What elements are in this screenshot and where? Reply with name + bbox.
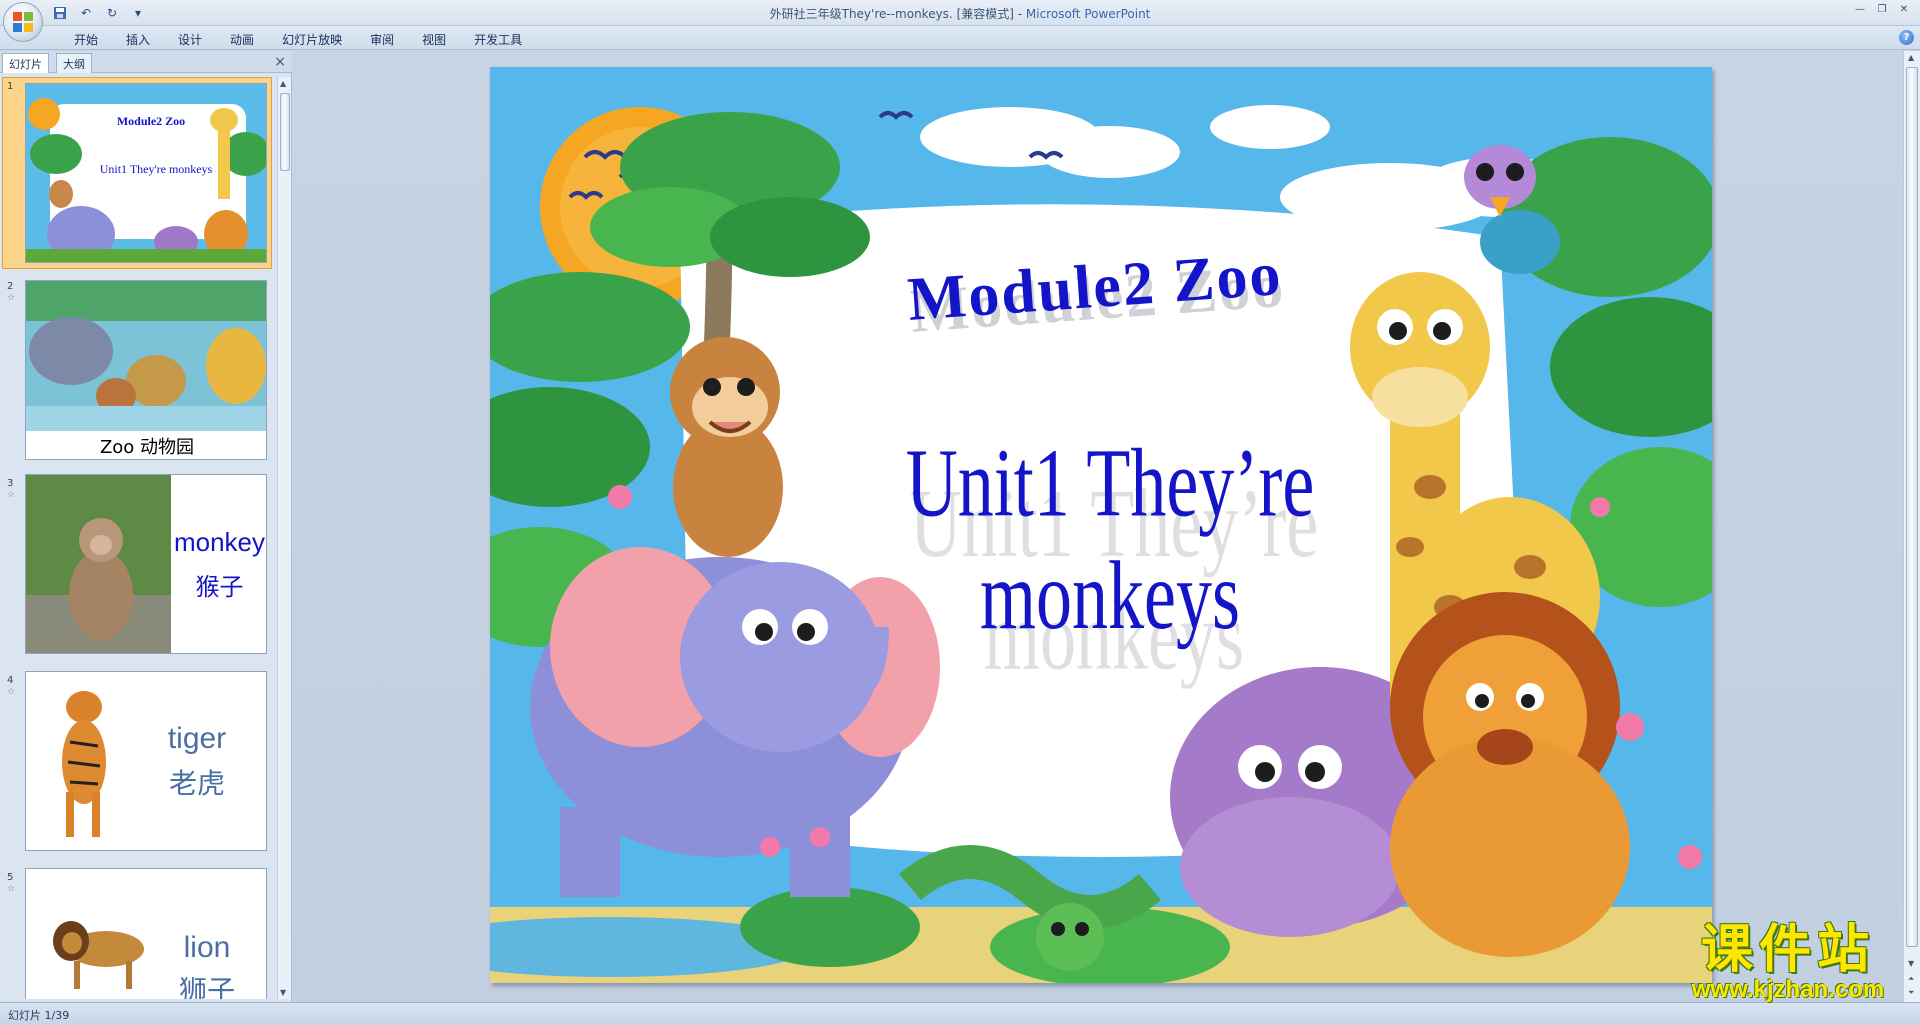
office-logo-icon xyxy=(13,12,33,32)
tab-home[interactable]: 开始 xyxy=(60,29,112,50)
slide-number: 3 xyxy=(7,478,14,489)
slide-number: 5 xyxy=(7,872,14,883)
tab-review[interactable]: 审阅 xyxy=(356,29,408,50)
thumbnail-list: 1 Module2 Zoo Unit1 They're monkeys 2 ☆ … xyxy=(0,77,275,999)
thumb-word-cn: 狮子 xyxy=(178,974,235,999)
previous-slide-icon[interactable]: ⏶ xyxy=(1908,974,1914,984)
slide-thumbnail-2[interactable]: Zoo 动物园 xyxy=(25,280,267,460)
thumb-subtitle: Unit1 They're monkeys xyxy=(99,162,213,176)
thumbnail-row-1[interactable]: 1 Module2 Zoo Unit1 They're monkeys xyxy=(0,77,275,273)
close-icon[interactable]: ✕ xyxy=(1896,2,1912,16)
watermark-url: www.kjzhan.com xyxy=(1691,976,1885,1003)
tab-developer[interactable]: 开发工具 xyxy=(460,29,536,50)
slide-editing-area: Module2 Zoo Unit1 They’re monkeys xyxy=(293,51,1903,1002)
window-controls: — ❐ ✕ xyxy=(1852,2,1912,16)
scroll-down-icon[interactable]: ▼ xyxy=(1908,959,1914,968)
watermark-cn-text: 课件站 xyxy=(1700,920,1875,980)
site-watermark: 课件站 www.kjzhan.com xyxy=(1668,922,1908,1002)
next-slide-icon[interactable]: ⏷ xyxy=(1908,988,1914,998)
office-button[interactable] xyxy=(3,2,43,42)
panel-tabs: 幻灯片 大纲 × xyxy=(0,51,292,73)
tab-insert[interactable]: 插入 xyxy=(112,29,164,50)
thumb-word-cn: 老虎 xyxy=(168,767,225,800)
tab-outline[interactable]: 大纲 xyxy=(56,53,92,73)
slide-indicator: 幻灯片 1/39 xyxy=(8,1009,70,1022)
monkey-photo-thumbnail xyxy=(26,475,171,653)
minimize-icon[interactable]: — xyxy=(1852,2,1868,16)
animation-star-icon: ☆ xyxy=(7,293,16,303)
thumbnail-scrollbar[interactable]: ▲ ▼ xyxy=(277,77,291,999)
lion-image-thumbnail xyxy=(53,921,144,989)
slide-thumbnail-3[interactable]: monkey 猴子 xyxy=(25,474,267,654)
status-bar: 幻灯片 1/39 xyxy=(0,1002,1920,1025)
slide-number: 1 xyxy=(7,81,14,92)
scroll-down-icon[interactable]: ▼ xyxy=(280,988,286,997)
slides-panel: 幻灯片 大纲 × 1 Module2 Zoo Unit1 They're mon… xyxy=(0,51,292,1002)
scrollbar-thumb[interactable] xyxy=(1906,67,1918,947)
restore-icon[interactable]: ❐ xyxy=(1874,2,1890,16)
animation-star-icon: ☆ xyxy=(7,687,16,697)
slide-thumbnail-1[interactable]: Module2 Zoo Unit1 They're monkeys xyxy=(25,83,267,263)
slide-scrollbar[interactable]: ▲ ▼ ⏶ ⏷ xyxy=(1903,51,1920,1002)
thumbnail-row-3[interactable]: 3 ☆ monkey 猴子 xyxy=(0,474,275,662)
ribbon-tab-bar: 开始 插入 设计 动画 幻灯片放映 审阅 视图 开发工具 ? xyxy=(0,26,1920,50)
slide-subtitle[interactable]: Unit1 They’re monkeys xyxy=(790,428,1430,652)
help-icon[interactable]: ? xyxy=(1899,30,1914,45)
thumb-word-cn: 猴子 xyxy=(195,573,244,601)
scroll-up-icon[interactable]: ▲ xyxy=(1908,53,1914,62)
thumbnail-row-4[interactable]: 4 ☆ tiger 老虎 xyxy=(0,671,275,859)
tab-design[interactable]: 设计 xyxy=(164,29,216,50)
tab-animations[interactable]: 动画 xyxy=(216,29,268,50)
thumb-word: tiger xyxy=(167,722,227,755)
thumbnail-row-2[interactable]: 2 ☆ Zoo 动物园 xyxy=(0,277,275,465)
thumb-title: Module2 Zoo xyxy=(116,114,186,128)
close-panel-icon[interactable]: × xyxy=(274,54,286,70)
tiger-image-thumbnail xyxy=(62,691,106,837)
window-title: 外研社三年级They're--monkeys. [兼容模式] - Microso… xyxy=(0,5,1920,22)
app-name: Microsoft PowerPoint xyxy=(1025,7,1151,21)
slide-number: 2 xyxy=(7,281,14,292)
thumb-word: lion xyxy=(183,931,231,964)
slide-number: 4 xyxy=(7,675,14,686)
thumbnail-row-5[interactable]: 5 ☆ lion 狮子 xyxy=(0,868,275,999)
thumb-word: monkey xyxy=(173,527,266,557)
thumb-caption: Zoo 动物园 xyxy=(99,437,195,458)
scroll-up-icon[interactable]: ▲ xyxy=(280,79,286,88)
animation-star-icon: ☆ xyxy=(7,490,16,500)
scrollbar-thumb[interactable] xyxy=(280,93,290,171)
document-title: 外研社三年级They're--monkeys. [兼容模式] - xyxy=(769,7,1026,21)
tab-slides[interactable]: 幻灯片 xyxy=(2,53,49,73)
tab-view[interactable]: 视图 xyxy=(408,29,460,50)
current-slide[interactable]: Module2 Zoo Unit1 They’re monkeys xyxy=(490,67,1712,983)
zoo-animals-thumbnail-art xyxy=(26,281,266,431)
slide-thumbnail-4[interactable]: tiger 老虎 xyxy=(25,671,267,851)
title-bar: ↶ ↻ ▾ 外研社三年级They're--monkeys. [兼容模式] - M… xyxy=(0,0,1920,42)
tab-slideshow[interactable]: 幻灯片放映 xyxy=(268,29,356,50)
slide-thumbnail-5[interactable]: lion 狮子 xyxy=(25,868,267,999)
animation-star-icon: ☆ xyxy=(7,884,16,894)
